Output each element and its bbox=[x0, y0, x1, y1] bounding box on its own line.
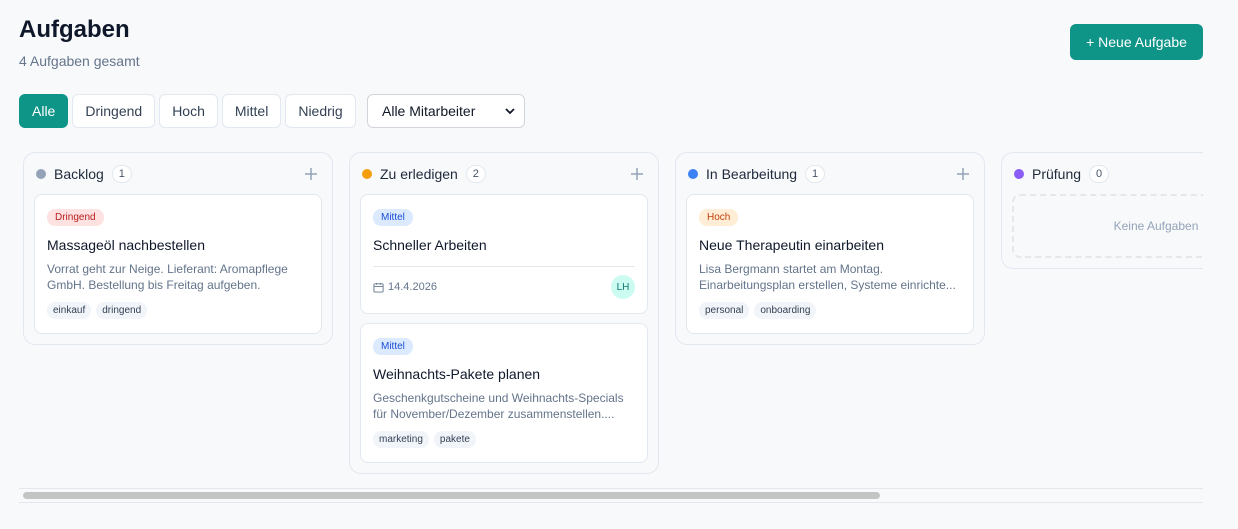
task-description-line: Geschenkgutscheine und Weihnachts-Specia… bbox=[373, 391, 624, 405]
column-title: In Bearbeitung bbox=[706, 166, 798, 182]
column-count: 0 bbox=[1089, 165, 1110, 183]
task-description: Vorrat geht zur Neige. Lieferant: Aromap… bbox=[47, 261, 309, 293]
filter-hoch[interactable]: Hoch bbox=[159, 94, 218, 128]
scrollbar-thumb[interactable] bbox=[23, 492, 880, 499]
task-tags: personal onboarding bbox=[699, 302, 961, 319]
new-task-button[interactable]: + Neue Aufgabe bbox=[1070, 24, 1203, 60]
tag: dringend bbox=[96, 302, 148, 319]
due-date: 14.4.2026 bbox=[388, 281, 437, 293]
task-title: Schneller Arbeiten bbox=[373, 237, 487, 253]
task-description: Geschenkgutscheine und Weihnachts-Specia… bbox=[373, 390, 635, 422]
tag: marketing bbox=[373, 431, 429, 448]
task-title: Massageöl nachbestellen bbox=[47, 237, 205, 253]
page-title: Aufgaben bbox=[19, 16, 130, 43]
column-title: Prüfung bbox=[1032, 166, 1082, 182]
status-dot bbox=[1014, 169, 1024, 179]
column-title: Backlog bbox=[54, 166, 104, 182]
filter-dringend[interactable]: Dringend bbox=[72, 94, 156, 128]
column-count: 2 bbox=[465, 165, 486, 183]
filter-mittel[interactable]: Mittel bbox=[221, 94, 282, 128]
column-count: 1 bbox=[805, 165, 826, 183]
page-header: Aufgaben 4 Aufgaben gesamt bbox=[19, 16, 140, 69]
task-footer: 14.4.2026 LH bbox=[373, 266, 635, 299]
task-description-line: Einarbeitungsplan erstellen, Systeme ein… bbox=[699, 278, 956, 292]
filter-all[interactable]: Alle bbox=[19, 94, 69, 128]
column-title: Zu erledigen bbox=[380, 166, 458, 182]
task-title: Weihnachts-Pakete planen bbox=[373, 366, 541, 382]
horizontal-scrollbar[interactable] bbox=[19, 488, 1203, 503]
tag: einkauf bbox=[47, 302, 92, 319]
task-card[interactable]: Hoch Neue Therapeutin einarbeiten Lisa B… bbox=[686, 194, 974, 334]
priority-badge: Hoch bbox=[699, 209, 739, 226]
task-description: Lisa Bergmann startet am Montag. Einarbe… bbox=[699, 261, 961, 293]
task-description-line: für November/Dezember zusammenstellen...… bbox=[373, 407, 615, 421]
priority-badge: Mittel bbox=[373, 209, 413, 226]
column-header: Prüfung 0 bbox=[1012, 163, 1203, 185]
task-card[interactable]: Dringend Massageöl nachbestellen Vorrat … bbox=[34, 194, 322, 334]
column-header: Zu erledigen 2 bbox=[360, 163, 648, 185]
column-zu-erledigen: Zu erledigen 2 Mittel Schneller Arbeiten… bbox=[349, 152, 659, 474]
kanban-board: Backlog 1 Dringend Massageöl nachbestell… bbox=[19, 148, 1203, 493]
status-dot bbox=[362, 169, 372, 179]
chevron-down-icon bbox=[505, 108, 515, 115]
plus-icon[interactable] bbox=[630, 167, 644, 181]
filter-niedrig[interactable]: Niedrig bbox=[285, 94, 356, 128]
employee-select[interactable]: Alle Mitarbeiter bbox=[367, 94, 525, 128]
plus-icon[interactable] bbox=[304, 167, 318, 181]
plus-icon[interactable] bbox=[956, 167, 970, 181]
calendar-icon bbox=[373, 282, 384, 293]
task-tags: einkauf dringend bbox=[47, 302, 309, 319]
task-count-subtitle: 4 Aufgaben gesamt bbox=[19, 53, 140, 69]
column-header: In Bearbeitung 1 bbox=[686, 163, 974, 185]
column-count: 1 bbox=[111, 165, 132, 183]
priority-filter-bar: Alle Dringend Hoch Mittel Niedrig bbox=[19, 94, 356, 128]
empty-column-placeholder: Keine Aufgaben bbox=[1012, 194, 1203, 258]
task-tags: marketing pakete bbox=[373, 431, 635, 448]
status-dot bbox=[688, 169, 698, 179]
tag: personal bbox=[699, 302, 750, 319]
priority-badge: Dringend bbox=[47, 209, 104, 226]
column-backlog: Backlog 1 Dringend Massageöl nachbestell… bbox=[23, 152, 333, 345]
task-title: Neue Therapeutin einarbeiten bbox=[699, 237, 884, 253]
task-card[interactable]: Mittel Schneller Arbeiten 14.4.2026 LH bbox=[360, 194, 648, 314]
column-pruefung: Prüfung 0 Keine Aufgaben bbox=[1001, 152, 1203, 269]
tag: onboarding bbox=[754, 302, 817, 319]
avatar: LH bbox=[611, 275, 635, 299]
column-in-bearbeitung: In Bearbeitung 1 Hoch Neue Therapeutin e… bbox=[675, 152, 985, 345]
status-dot bbox=[36, 169, 46, 179]
tag: pakete bbox=[433, 431, 476, 448]
task-description-line: Vorrat geht zur Neige. Lieferant: Aromap… bbox=[47, 262, 288, 276]
task-description-line: Lisa Bergmann startet am Montag. bbox=[699, 262, 884, 276]
task-description-line: GmbH. Bestellung bis Freitag aufgeben. bbox=[47, 278, 261, 292]
priority-badge: Mittel bbox=[373, 338, 413, 355]
employee-select-value: Alle Mitarbeiter bbox=[382, 103, 476, 119]
column-header: Backlog 1 bbox=[34, 163, 322, 185]
task-card[interactable]: Mittel Weihnachts-Pakete planen Geschenk… bbox=[360, 323, 648, 463]
